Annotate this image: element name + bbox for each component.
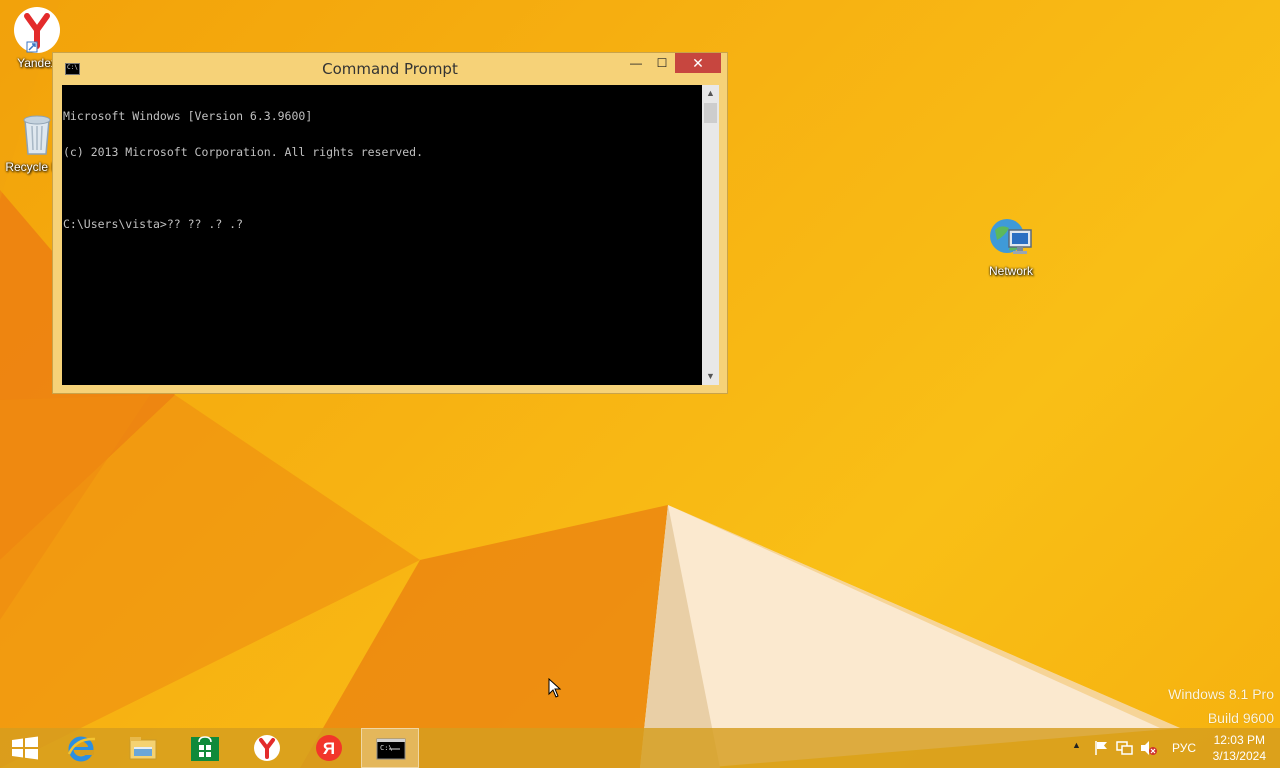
system-tray: ▲ РУС (1068, 728, 1208, 768)
internet-explorer-icon (67, 736, 96, 762)
scrollbar-thumb[interactable] (704, 103, 717, 123)
taskbar-command-prompt[interactable]: C:\ (361, 728, 419, 768)
taskbar-internet-explorer[interactable] (52, 728, 110, 768)
cmd-icon: C:\ (376, 738, 406, 760)
mouse-cursor-icon (548, 678, 562, 698)
taskbar-yandex[interactable]: Я (300, 728, 358, 768)
taskbar: Я C:\ ▲ РУС 12:03 PM 3/13/2024 (0, 728, 1280, 768)
scroll-down-arrow-icon[interactable]: ▼ (702, 368, 719, 385)
taskbar-file-explorer[interactable] (114, 728, 172, 768)
yandex-browser-icon (254, 735, 280, 761)
cmd-icon-text: C:\ (380, 744, 393, 752)
windows-edition-watermark: Windows 8.1 Pro (1168, 686, 1274, 702)
network-status-icon[interactable] (1116, 740, 1134, 756)
window-titlebar[interactable]: C:\ Command Prompt — ☐ ✕ (53, 53, 727, 85)
yandex-letter: Я (323, 739, 335, 758)
taskbar-clock[interactable]: 12:03 PM 3/13/2024 (1213, 732, 1266, 764)
taskbar-store[interactable] (176, 728, 234, 768)
network-icon (987, 214, 1035, 262)
desktop: Yandex Recycle Bin Network C:\ Command P… (0, 0, 1280, 768)
store-icon (191, 736, 219, 761)
start-button[interactable] (0, 728, 58, 768)
console-line: Microsoft Windows [Version 6.3.9600] (63, 109, 313, 123)
windows-build-watermark: Build 9600 (1207, 710, 1274, 726)
minimize-button[interactable]: — (623, 53, 649, 73)
desktop-icon-network[interactable]: Network (972, 214, 1050, 278)
action-center-flag-icon[interactable] (1094, 740, 1110, 756)
input-language-indicator[interactable]: РУС (1172, 741, 1196, 755)
taskbar-yandex-browser[interactable] (238, 728, 296, 768)
file-explorer-icon (129, 737, 157, 760)
yandex-letter-icon: Я (316, 735, 342, 761)
desktop-icon-label: Network (988, 264, 1033, 278)
console-line: C:\Users\vista>?? ?? .? .? (63, 217, 244, 231)
command-prompt-window[interactable]: C:\ Command Prompt — ☐ ✕ Microsoft Windo… (52, 52, 728, 394)
console-output[interactable]: Microsoft Windows [Version 6.3.9600] (c)… (62, 85, 702, 385)
vertical-scrollbar[interactable]: ▲ ▼ (702, 85, 719, 385)
console-line: (c) 2013 Microsoft Corporation. All righ… (63, 145, 424, 159)
windows-logo-icon (12, 736, 38, 760)
show-hidden-icons-icon[interactable]: ▲ (1072, 740, 1081, 750)
yandex-browser-icon (13, 6, 61, 54)
close-button[interactable]: ✕ (675, 53, 721, 73)
clock-date: 3/13/2024 (1212, 749, 1266, 763)
maximize-button[interactable]: ☐ (649, 53, 675, 73)
clock-time: 12:03 PM (1213, 733, 1265, 747)
scroll-up-arrow-icon[interactable]: ▲ (702, 85, 719, 102)
volume-muted-icon[interactable] (1140, 740, 1158, 756)
